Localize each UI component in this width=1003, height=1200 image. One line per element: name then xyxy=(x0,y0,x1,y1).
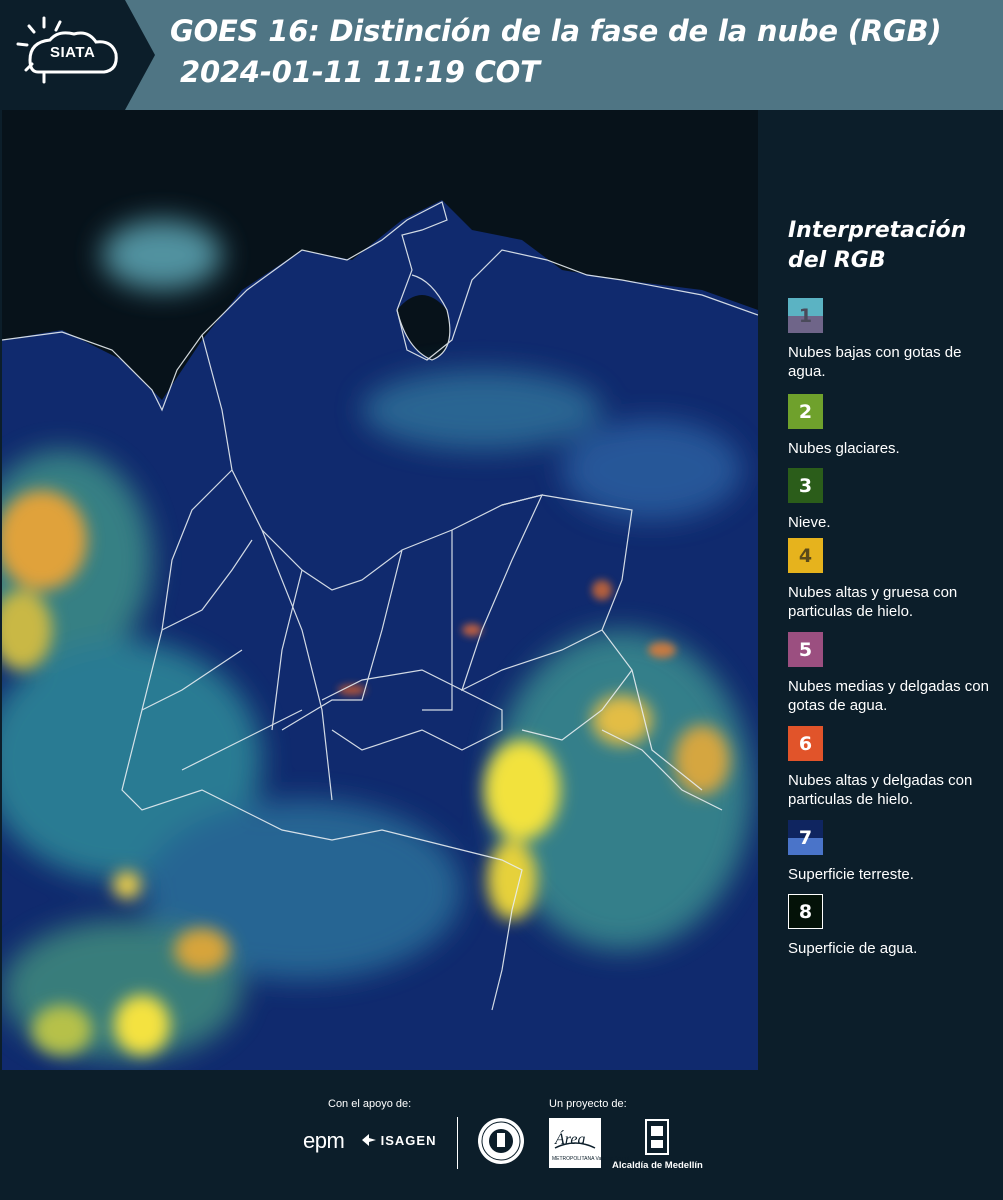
isagen-logo-text: ISAGEN xyxy=(380,1133,437,1148)
legend-label-7: Superficie terreste. xyxy=(788,866,914,883)
page-title: GOES 16: Distinción de la fase de la nub… xyxy=(170,14,942,48)
legend-swatch-7: 7 xyxy=(788,820,823,855)
legend-swatch-1: 1 xyxy=(788,298,823,333)
legend-title-line1: Interpretación xyxy=(788,218,967,243)
legend-number-7: 7 xyxy=(798,826,813,849)
legend-title-line2: del RGB xyxy=(788,248,886,273)
legend-number-6: 6 xyxy=(798,732,813,755)
legend-label-8: Superficie de agua. xyxy=(788,940,918,957)
satellite-rgb-map xyxy=(2,110,758,1070)
siata-logo-text: SIATA xyxy=(50,44,96,61)
legend-label-6: Nubes altas y delgadas con particulas de… xyxy=(788,772,973,808)
legend-item-1: 1 Nubes bajas con gotas de agua. xyxy=(788,298,1000,381)
alcaldia-label: Alcaldía de Medellín xyxy=(612,1160,703,1171)
legend-item-5: 5 Nubes medias y delgadas con gotas de a… xyxy=(788,632,1000,715)
legend-label-4: Nubes altas y gruesa con particulas de h… xyxy=(788,584,958,620)
legend-swatch-5: 5 xyxy=(788,632,823,667)
legend-swatch-8: 8 xyxy=(788,894,823,929)
legend-swatch-4: 4 xyxy=(788,538,823,573)
legend-swatch-3: 3 xyxy=(788,468,823,503)
area-logo-text: Área xyxy=(554,1129,586,1148)
legend-item-3: 3 Nieve. xyxy=(788,468,1000,532)
header-bar: SIATA GOES 16: Distinción de la fase de … xyxy=(0,0,1003,110)
legend-number-3: 3 xyxy=(798,474,813,497)
legend-label-1: Nubes bajas con gotas de agua. xyxy=(788,344,962,380)
legend-item-2: 2 Nubes glaciares. xyxy=(788,394,1000,458)
alcaldia-shield-icon xyxy=(642,1118,672,1156)
page-timestamp: 2024-01-11 11:19 COT xyxy=(180,55,540,89)
isagen-logo: ISAGEN xyxy=(362,1133,436,1148)
footer-divider xyxy=(457,1117,458,1169)
legend-number-2: 2 xyxy=(798,400,813,423)
legend-title: Interpretación del RGB xyxy=(788,216,998,276)
legend-label-5: Nubes medias y delgadas con gotas de agu… xyxy=(788,678,989,714)
legend-number-1: 1 xyxy=(798,304,813,327)
project-label: Un proyecto de: xyxy=(549,1098,627,1110)
epm-logo: epm xyxy=(303,1128,345,1153)
legend-item-7: 7 Superficie terreste. xyxy=(788,820,1000,884)
footer: Con el apoyo de: Un proyecto de: epm ISA… xyxy=(0,1070,1003,1200)
legend-number-4: 4 xyxy=(798,544,813,567)
legend-number-5: 5 xyxy=(798,638,813,661)
legend-panel: Interpretación del RGB 1 Nubes bajas con… xyxy=(760,110,1003,1070)
siata-logo: SIATA xyxy=(0,0,155,110)
legend-item-8: 8 Superficie de agua. xyxy=(788,894,1000,958)
legend-item-4: 4 Nubes altas y gruesa con particulas de… xyxy=(788,538,1000,621)
medellin-seal-icon xyxy=(477,1115,525,1167)
legend-item-6: 6 Nubes altas y delgadas con particulas … xyxy=(788,726,1000,809)
legend-number-8: 8 xyxy=(798,900,813,923)
legend-label-3: Nieve. xyxy=(788,514,831,531)
legend-swatch-6: 6 xyxy=(788,726,823,761)
legend-label-2: Nubes glaciares. xyxy=(788,440,900,457)
legend-swatch-2: 2 xyxy=(788,394,823,429)
isagen-mark-icon xyxy=(362,1134,376,1146)
support-label: Con el apoyo de: xyxy=(328,1098,412,1110)
